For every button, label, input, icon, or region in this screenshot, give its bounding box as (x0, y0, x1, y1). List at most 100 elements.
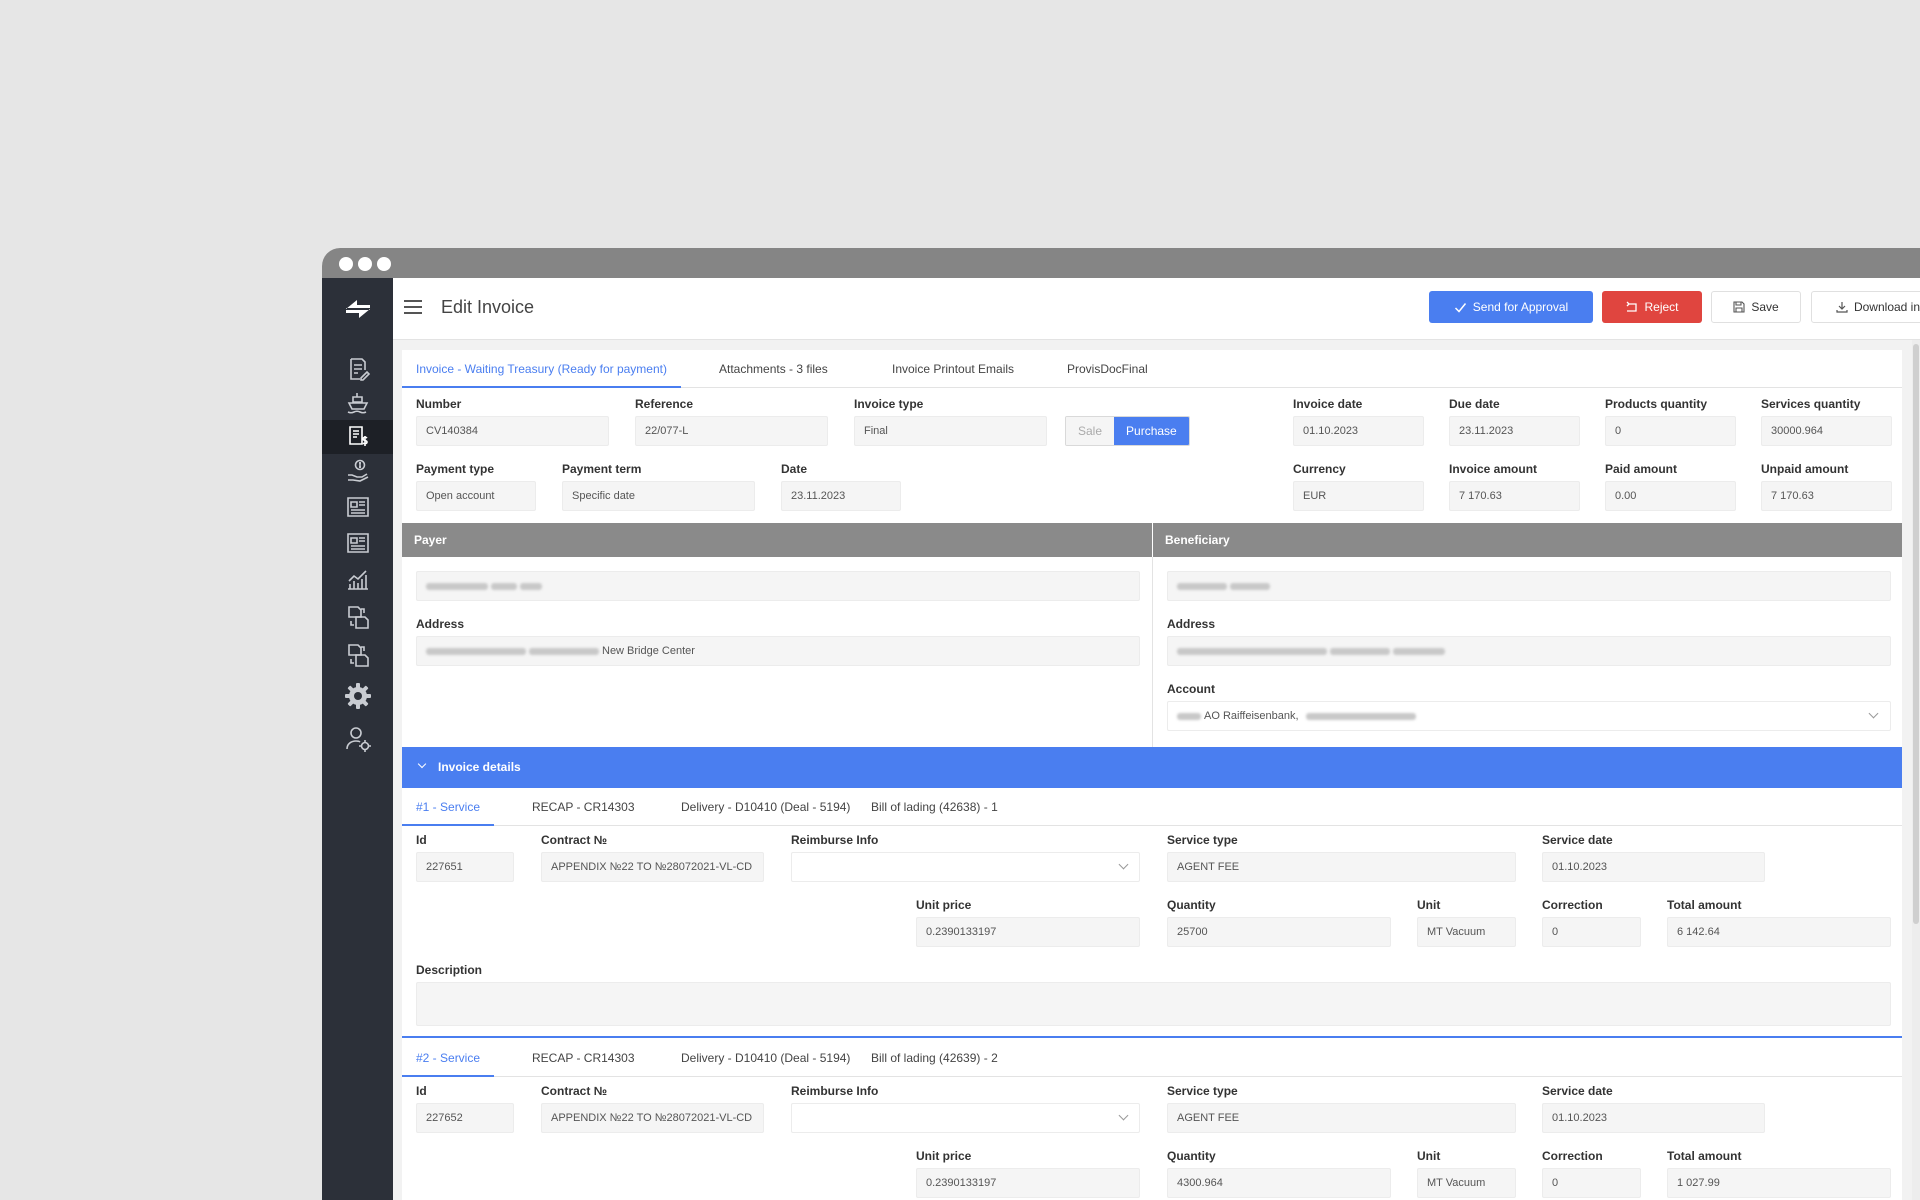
sidebar-item-analytics[interactable] (322, 562, 393, 596)
services-quantity-field[interactable]: 30000.964 (1761, 416, 1892, 446)
products-quantity-field[interactable]: 0 (1605, 416, 1736, 446)
sidebar-item-reports-1[interactable] (322, 490, 393, 524)
item-1-unit-price-field[interactable]: 0.2390133197 (916, 917, 1140, 947)
invoice-tabs: Invoice - Waiting Treasury (Ready for pa… (402, 350, 1902, 388)
date-label: Date (781, 462, 808, 476)
redacted-text (520, 582, 542, 590)
payment-type-field[interactable]: Open account (416, 481, 536, 511)
number-field[interactable]: CV140384 (416, 416, 609, 446)
beneficiary-address-field[interactable] (1167, 636, 1891, 666)
item-2-contract-field[interactable]: APPENDIX №22 TO №28072021-VL-CD (541, 1103, 764, 1133)
item-2-reimburse-select[interactable] (791, 1103, 1140, 1133)
sidebar-item-user-settings[interactable] (322, 722, 393, 756)
sidebar-item-settings[interactable] (322, 679, 393, 713)
item-1-service-type-field[interactable]: AGENT FEE (1167, 852, 1516, 882)
item-2-tab-bill-of-lading[interactable]: Bill of lading (42639) - 2 (871, 1039, 998, 1077)
item-2-unit-field[interactable]: MT Vacuum (1417, 1168, 1516, 1198)
send-for-approval-button[interactable]: Send for Approval (1429, 291, 1593, 323)
save-button[interactable]: Save (1711, 291, 1801, 323)
payer-header: Payer (402, 523, 1152, 557)
item-1-tab-recap[interactable]: RECAP - CR14303 (532, 788, 635, 826)
payment-type-label: Payment type (416, 462, 495, 476)
item-2-tab-service[interactable]: #2 - Service (402, 1039, 495, 1077)
invoice-type-field[interactable]: Final (854, 416, 1047, 446)
due-date-field[interactable]: 23.11.2023 (1449, 416, 1580, 446)
sidebar-item-documents-2[interactable] (322, 638, 393, 672)
app-logo[interactable] (322, 278, 393, 340)
logo-arrows-icon (345, 300, 370, 318)
payer-address-field[interactable]: New Bridge Center (416, 636, 1140, 666)
scrollbar-thumb[interactable] (1913, 344, 1919, 924)
paid-amount-label: Paid amount (1605, 462, 1678, 476)
date-field[interactable]: 23.11.2023 (781, 481, 901, 511)
item-2-unit-price-field[interactable]: 0.2390133197 (916, 1168, 1140, 1198)
sale-option[interactable]: Sale (1066, 417, 1115, 445)
redacted-text (426, 582, 488, 590)
download-invoice-button[interactable]: Download invoice (1811, 291, 1920, 323)
item-1-service-date-field[interactable]: 01.10.2023 (1542, 852, 1765, 882)
invoice-amount-field[interactable]: 7 170.63 (1449, 481, 1580, 511)
invoice-details-header[interactable]: Invoice details (402, 747, 1902, 788)
item-1-tab-delivery[interactable]: Delivery - D10410 (Deal - 5194) (681, 788, 850, 826)
window-control-close[interactable] (339, 257, 353, 271)
sidebar-item-shipping[interactable] (322, 386, 393, 420)
item-1-unit-field[interactable]: MT Vacuum (1417, 917, 1516, 947)
topbar: Edit Invoice Send for Approval Reject Sa… (393, 278, 1920, 340)
item-1-total-amount-field[interactable]: 6 142.64 (1667, 917, 1891, 947)
item-2-quantity-field[interactable]: 4300.964 (1167, 1168, 1391, 1198)
sidebar-item-documents-1[interactable] (322, 600, 393, 634)
item-2-id-label: Id (416, 1084, 427, 1098)
item-2-correction-label: Correction (1542, 1149, 1603, 1163)
menu-toggle-icon[interactable] (404, 300, 422, 314)
item-1-reimburse-select[interactable] (791, 852, 1140, 882)
beneficiary-name-field[interactable] (1167, 571, 1891, 601)
payment-term-field[interactable]: Specific date (562, 481, 755, 511)
redacted-text (1330, 647, 1390, 655)
reference-field[interactable]: 22/077-L (635, 416, 828, 446)
item-2-correction-field[interactable]: 0 (1542, 1168, 1641, 1198)
item-2-service-type-field[interactable]: AGENT FEE (1167, 1103, 1516, 1133)
window-control-minimize[interactable] (358, 257, 372, 271)
sale-purchase-toggle: Sale Purchase (1065, 416, 1190, 446)
item-2-total-amount-field[interactable]: 1 027.99 (1667, 1168, 1891, 1198)
item-1-description-label: Description (416, 963, 483, 977)
item-1-tab-bill-of-lading[interactable]: Bill of lading (42638) - 1 (871, 788, 998, 826)
services-quantity-label: Services quantity (1761, 397, 1861, 411)
payer-name-field[interactable] (416, 571, 1140, 601)
item-2-id-field[interactable]: 227652 (416, 1103, 514, 1133)
tab-attachments[interactable]: Attachments - 3 files (719, 350, 828, 388)
redacted-text (1177, 647, 1327, 655)
item-1-tab-service[interactable]: #1 - Service (402, 788, 495, 826)
tab-printout-emails[interactable]: Invoice Printout Emails (892, 350, 1014, 388)
item-2-service-date-field[interactable]: 01.10.2023 (1542, 1103, 1765, 1133)
vertical-scrollbar[interactable] (1912, 340, 1920, 1200)
sidebar-item-invoices[interactable] (322, 420, 393, 454)
save-label: Save (1751, 300, 1779, 314)
item-1-quantity-field[interactable]: 25700 (1167, 917, 1391, 947)
chevron-down-icon (417, 759, 427, 769)
item-1-id-field[interactable]: 227651 (416, 852, 514, 882)
tab-provis-doc-final[interactable]: ProvisDocFinal (1067, 350, 1148, 388)
item-2-tab-delivery[interactable]: Delivery - D10410 (Deal - 5194) (681, 1039, 850, 1077)
sidebar-item-reports-2[interactable] (322, 526, 393, 560)
unpaid-amount-field[interactable]: 7 170.63 (1761, 481, 1892, 511)
currency-field[interactable]: EUR (1293, 481, 1424, 511)
unpaid-amount-label: Unpaid amount (1761, 462, 1849, 476)
item-1-correction-field[interactable]: 0 (1542, 917, 1641, 947)
beneficiary-account-select[interactable]: AO Raiffeisenbank, (1167, 701, 1891, 731)
ship-icon (347, 393, 368, 414)
sidebar-item-edit-document[interactable] (322, 352, 393, 386)
redacted-text (1177, 582, 1227, 590)
item-2-tab-recap[interactable]: RECAP - CR14303 (532, 1039, 635, 1077)
window-control-maximize[interactable] (377, 257, 391, 271)
tab-invoice-status[interactable]: Invoice - Waiting Treasury (Ready for pa… (402, 350, 681, 388)
purchase-option[interactable]: Purchase (1114, 417, 1189, 445)
documents-exchange-icon (347, 606, 369, 629)
item-1-description-field[interactable] (416, 982, 1891, 1026)
sidebar-item-payments[interactable] (322, 454, 393, 488)
reject-button[interactable]: Reject (1602, 291, 1702, 323)
invoice-date-field[interactable]: 01.10.2023 (1293, 416, 1424, 446)
download-invoice-label: Download invoice (1853, 300, 1920, 314)
paid-amount-field[interactable]: 0.00 (1605, 481, 1736, 511)
item-1-contract-field[interactable]: APPENDIX №22 TO №28072021-VL-CD (541, 852, 764, 882)
